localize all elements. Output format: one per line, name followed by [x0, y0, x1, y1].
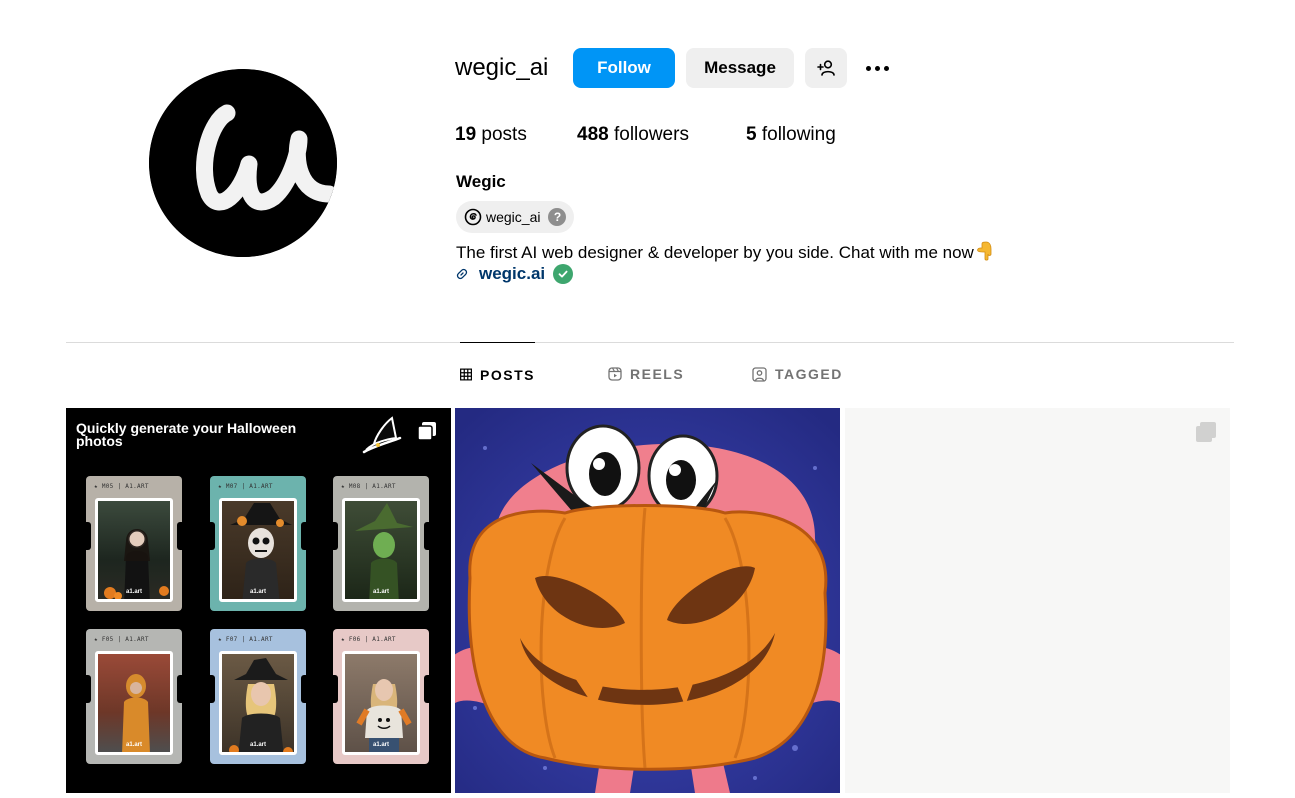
tab-posts-label: POSTS: [480, 366, 535, 383]
bio-text: The first AI web designer & developer by…: [456, 243, 974, 262]
photo-card: ★ M05 | A1.ART a1.art: [85, 476, 183, 611]
card-label: ★ M08 | A1.ART: [341, 483, 396, 490]
threads-icon: [464, 208, 482, 226]
posts-label: posts: [481, 124, 527, 145]
photo-card: ★ F07 | A1.ART a1.art: [209, 629, 307, 764]
card-brand: a1.art: [249, 589, 266, 595]
halloween-portrait-image: a1.art: [342, 498, 420, 602]
post-title: Quickly generate your Halloween photos: [76, 420, 297, 449]
halloween-portrait-image: a1.art: [95, 651, 173, 755]
threads-badge[interactable]: wegic_ai ?: [456, 201, 575, 233]
photo-card: ★ M08 | A1.ART a1.art: [332, 476, 430, 611]
more-dot-icon: [874, 65, 880, 71]
following-count: 5: [746, 124, 757, 145]
more-dot-icon: [883, 65, 889, 71]
card-label: ★ F07 | A1.ART: [218, 636, 273, 643]
photo-card: ★ F06 | A1.ART a1.art: [332, 629, 430, 764]
following-label: following: [761, 124, 836, 145]
tab-reels-label: REELS: [630, 366, 685, 382]
wegic-logo: [149, 69, 337, 257]
post-thumbnail-halloween-collage[interactable]: Quickly generate your Halloween photos ★…: [66, 408, 451, 793]
threads-help-icon[interactable]: ?: [548, 208, 567, 226]
halloween-portrait-image: a1.art: [342, 651, 420, 755]
reels-icon: [608, 367, 622, 381]
photo-card: ★ F05 | A1.ART a1.art: [85, 629, 183, 764]
website-link[interactable]: wegic.ai: [479, 264, 545, 284]
halloween-portrait-image: a1.art: [219, 651, 297, 755]
following-stat[interactable]: 5 following: [746, 124, 836, 146]
posts-stat: 19 posts: [455, 124, 527, 146]
post-thumbnail-placeholder[interactable]: [845, 408, 1230, 793]
website-link-row: wegic.ai: [455, 264, 574, 284]
tab-tagged-label: TAGGED: [775, 366, 843, 382]
more-dot-icon: [865, 65, 871, 71]
followers-count: 488: [577, 124, 609, 145]
tab-reels[interactable]: REELS: [608, 342, 684, 406]
post-thumbnail-pumpkin-character[interactable]: [455, 408, 840, 793]
profile-avatar[interactable]: [149, 69, 337, 257]
followers-stat[interactable]: 488 followers: [577, 124, 689, 146]
more-options-button[interactable]: [859, 52, 895, 84]
card-label: ★ M05 | A1.ART: [94, 483, 149, 490]
photo-card: ★ M07 | A1.ART a1.art: [209, 476, 307, 611]
link-icon: [456, 268, 468, 280]
card-brand: a1.art: [372, 589, 389, 595]
follow-button[interactable]: Follow: [573, 48, 675, 88]
pumpkin-character-image: [455, 408, 840, 793]
profile-username: wegic_ai: [455, 54, 549, 81]
card-brand: a1.art: [372, 742, 389, 748]
suggest-user-button[interactable]: [805, 48, 847, 88]
followers-label: followers: [613, 124, 689, 145]
verified-check-icon: [553, 264, 574, 284]
card-label: ★ F06 | A1.ART: [341, 636, 396, 643]
witch-hat-icon: [362, 416, 402, 454]
profile-bio: The first AI web designer & developer by…: [456, 241, 993, 266]
halloween-portrait-image: a1.art: [219, 498, 297, 602]
pointing-down-hand-icon: [975, 241, 993, 266]
carousel-icon: [1196, 422, 1216, 442]
message-button[interactable]: Message: [686, 48, 794, 88]
card-brand: a1.art: [125, 589, 142, 595]
tab-posts[interactable]: POSTS: [460, 342, 535, 406]
card-brand: a1.art: [125, 742, 142, 748]
profile-full-name: Wegic: [456, 172, 506, 191]
card-label: ★ M07 | A1.ART: [218, 483, 273, 490]
posts-count: 19: [455, 124, 477, 145]
card-brand: a1.art: [249, 742, 266, 748]
add-user-icon: [817, 60, 835, 76]
tab-tagged[interactable]: TAGGED: [752, 342, 843, 406]
tagged-icon: [752, 366, 767, 382]
carousel-icon: [417, 422, 436, 441]
halloween-portrait-image: a1.art: [95, 498, 173, 602]
grid-icon: [460, 368, 472, 381]
threads-handle: wegic_ai: [486, 209, 541, 225]
card-label: ★ F05 | A1.ART: [94, 636, 149, 643]
